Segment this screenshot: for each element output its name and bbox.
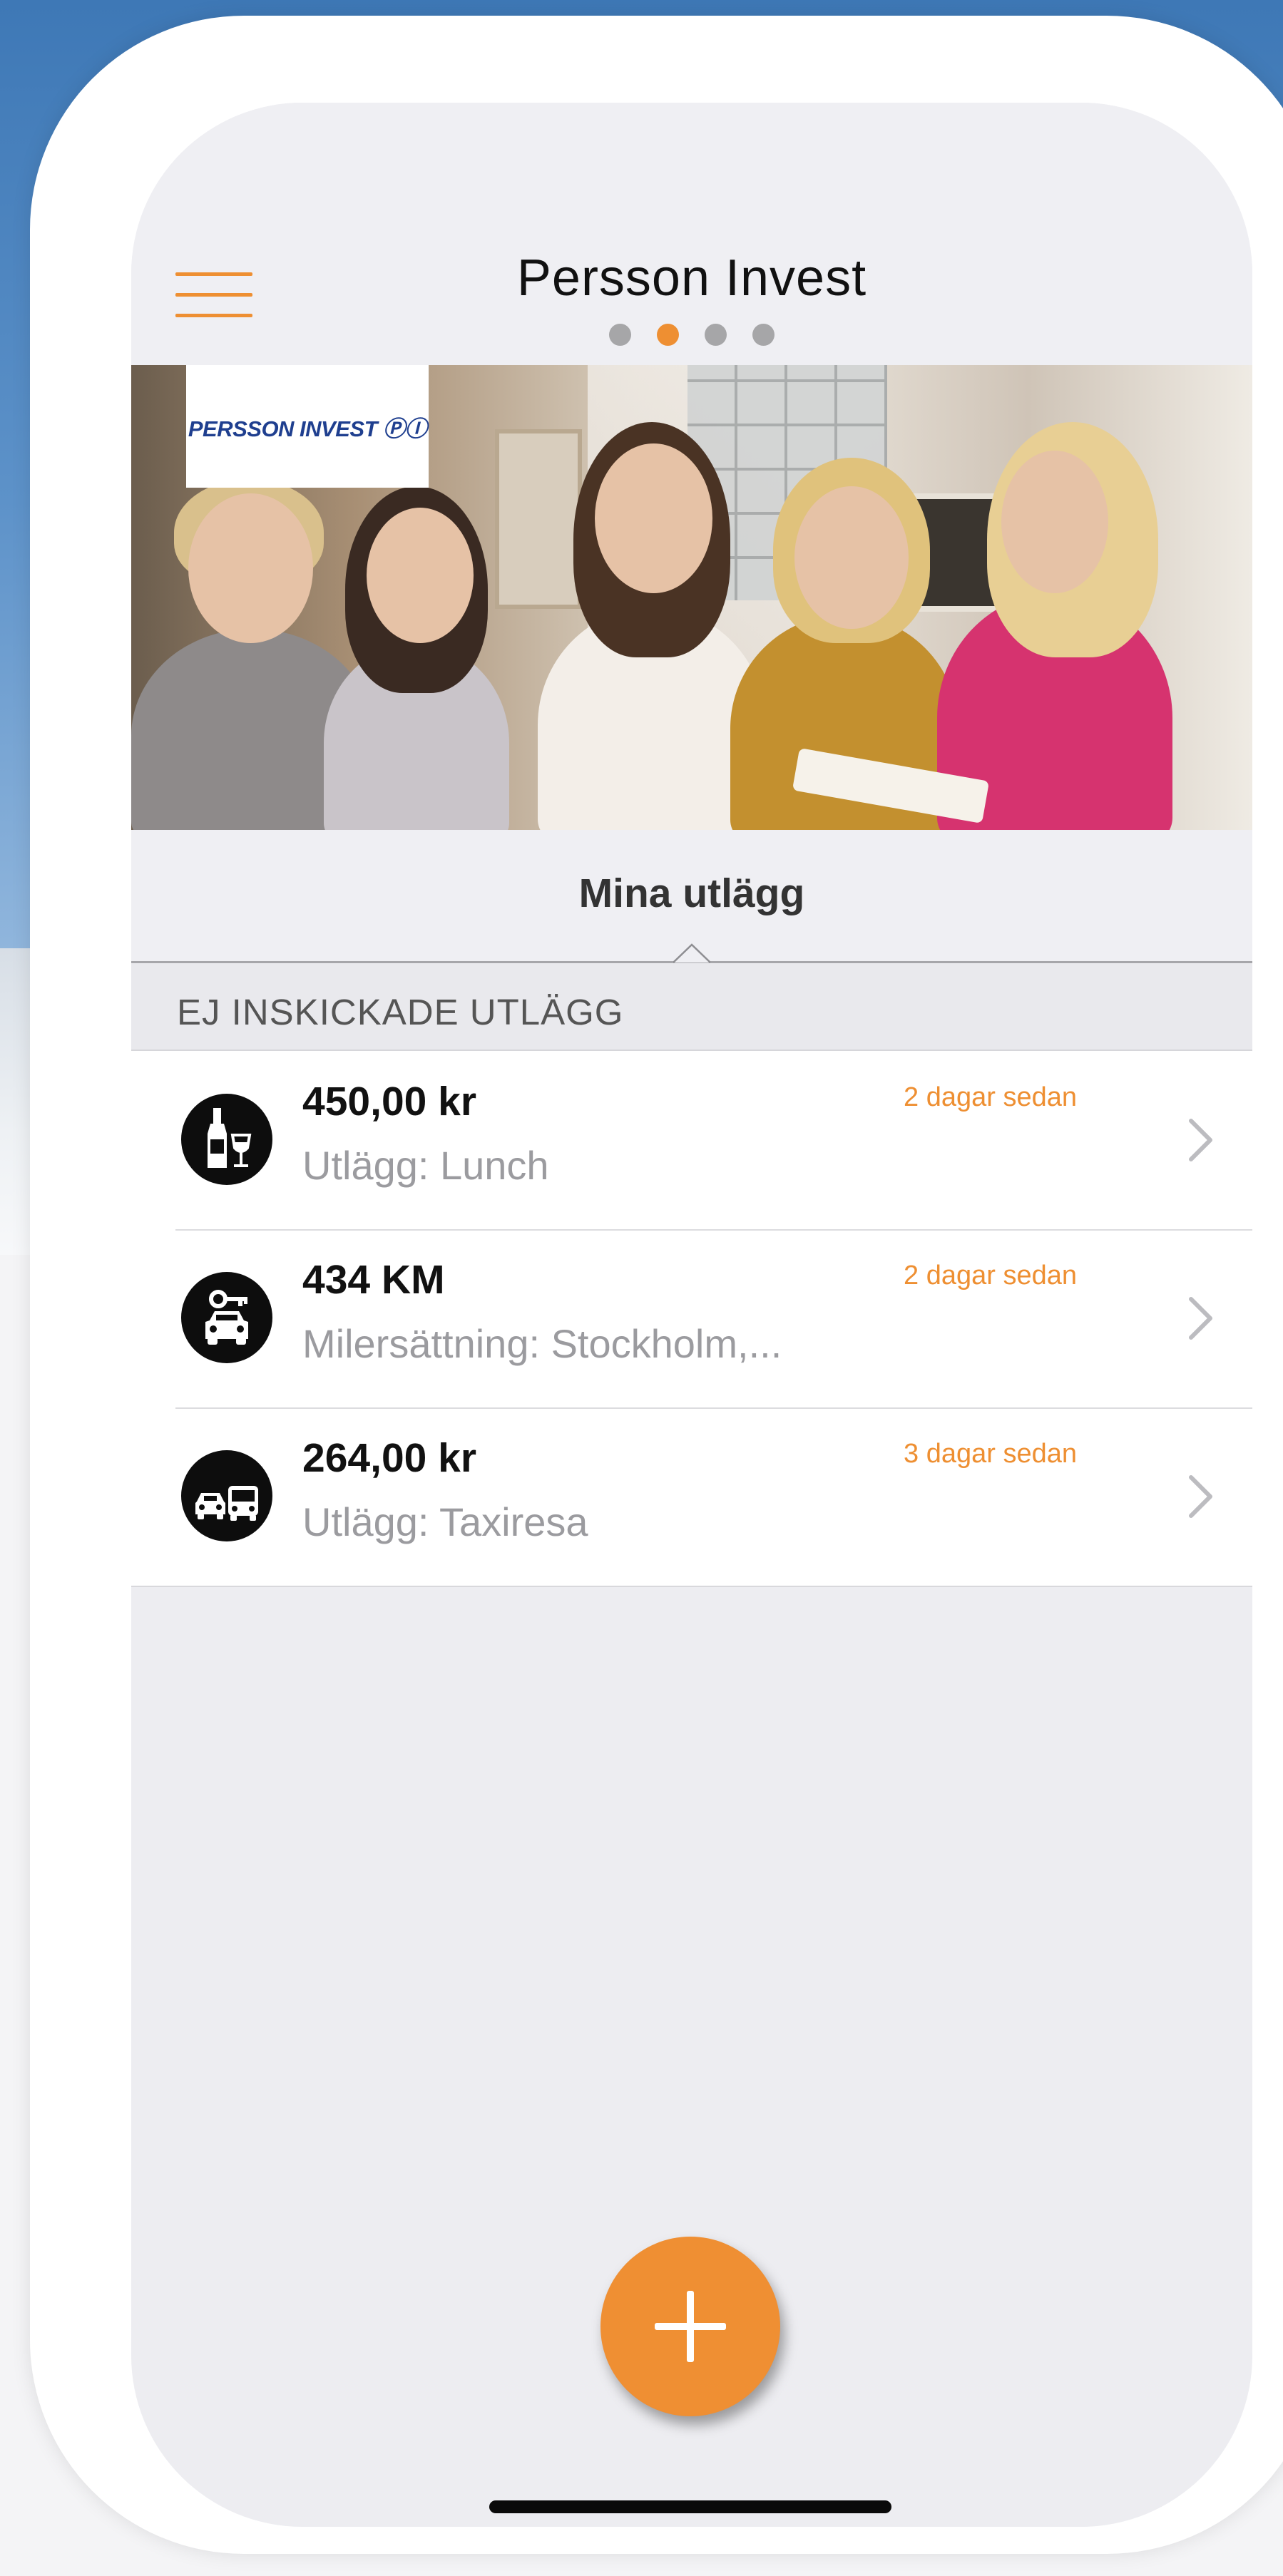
section-header: EJ INSKICKADE UTLÄGG [131,964,1252,1051]
tab-mina-utlagg[interactable]: Mina utlägg [131,870,1252,917]
page-indicator [131,324,1252,346]
expense-row[interactable]: 450,00 kr Utlägg: Lunch 2 dagar sedan [131,1051,1252,1229]
expense-amount: 450,00 kr [302,1079,477,1124]
app-header: Persson Invest [131,103,1252,365]
app-screen: Persson Invest PERSSON INVEST ⓅⒾ Mina ut… [131,103,1252,2527]
tab-bar: Mina utlägg [131,830,1252,963]
team-photo-banner: PERSSON INVEST ⓅⒾ [131,365,1252,830]
wine-bottle-glass-icon [181,1094,272,1185]
expense-row[interactable]: 434 KM Milersättning: Stockholm,... 2 da… [131,1229,1252,1407]
plus-icon [655,2291,726,2362]
expense-time: 2 dagar sedan [904,1261,1077,1290]
section-title: EJ INSKICKADE UTLÄGG [177,992,624,1032]
expense-time: 2 dagar sedan [904,1082,1077,1112]
expense-description: Milersättning: Stockholm,... [302,1321,782,1366]
page-dot-2[interactable] [657,324,679,346]
expense-time: 3 dagar sedan [904,1439,1077,1469]
chevron-right-icon [1189,1119,1212,1161]
expense-description: Utlägg: Taxiresa [302,1499,588,1544]
expense-description: Utlägg: Lunch [302,1143,549,1188]
chevron-right-icon [1189,1475,1212,1518]
page-dot-3[interactable] [705,324,727,346]
expense-amount: 264,00 kr [302,1435,477,1481]
page-title: Persson Invest [516,250,867,307]
chevron-right-icon [1189,1297,1212,1340]
page-dot-4[interactable] [752,324,775,346]
company-logo: PERSSON INVEST ⓅⒾ [186,365,429,488]
expense-list: 450,00 kr Utlägg: Lunch 2 dagar sedan 43… [131,1051,1252,1587]
expense-amount: 434 KM [302,1257,445,1303]
page-dot-1[interactable] [609,324,631,346]
home-indicator[interactable] [489,2500,891,2513]
add-expense-button[interactable] [600,2237,780,2416]
phone-frame: Persson Invest PERSSON INVEST ⓅⒾ Mina ut… [30,16,1283,2554]
car-key-icon [181,1272,272,1363]
expense-row[interactable]: 264,00 kr Utlägg: Taxiresa 3 dagar sedan [131,1407,1252,1586]
car-bus-icon [181,1450,272,1541]
company-logo-text: PERSSON INVEST ⓅⒾ [188,416,427,441]
tab-indicator-notch [673,943,710,963]
